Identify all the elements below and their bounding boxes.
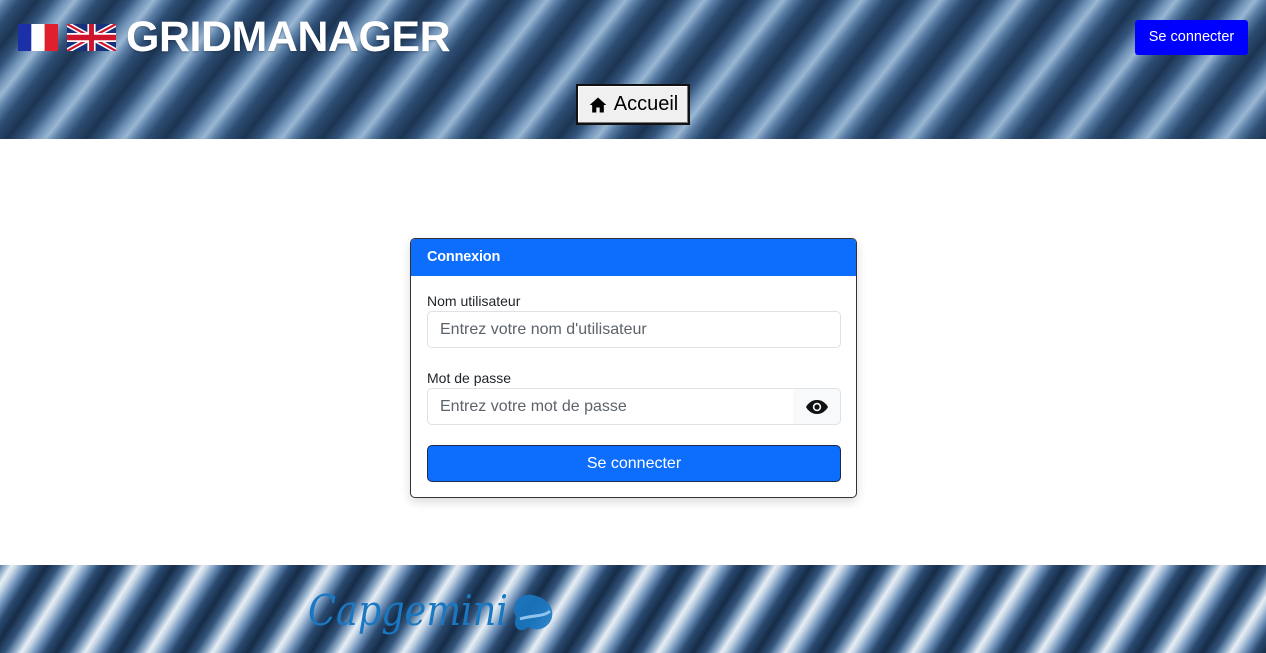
username-label: Nom utilisateur xyxy=(427,293,521,309)
app-title: GRIDMANAGER xyxy=(126,13,451,61)
france-flag-icon[interactable] xyxy=(18,24,58,51)
home-button[interactable]: Accueil xyxy=(576,84,690,125)
home-button-label: Accueil xyxy=(613,93,679,115)
password-input[interactable] xyxy=(427,388,794,425)
login-card-title: Connexion xyxy=(411,239,856,276)
login-card: Connexion Nom utilisateur Mot de passe S… xyxy=(410,238,857,498)
username-input[interactable] xyxy=(427,311,841,348)
footer-banner: Capgemini xyxy=(0,565,1266,653)
uk-flag-icon[interactable] xyxy=(67,24,116,51)
header-login-button[interactable]: Se connecter xyxy=(1135,20,1248,55)
home-icon xyxy=(589,97,607,112)
eye-icon xyxy=(805,399,828,414)
show-password-button[interactable] xyxy=(793,388,841,425)
password-label: Mot de passe xyxy=(427,370,512,386)
svg-text:Capgemini: Capgemini xyxy=(308,586,508,635)
header-banner: GRIDMANAGER Se connecter Accueil xyxy=(0,0,1266,139)
capgemini-logo: Capgemini xyxy=(308,586,553,635)
login-submit-button[interactable]: Se connecter xyxy=(427,445,841,482)
